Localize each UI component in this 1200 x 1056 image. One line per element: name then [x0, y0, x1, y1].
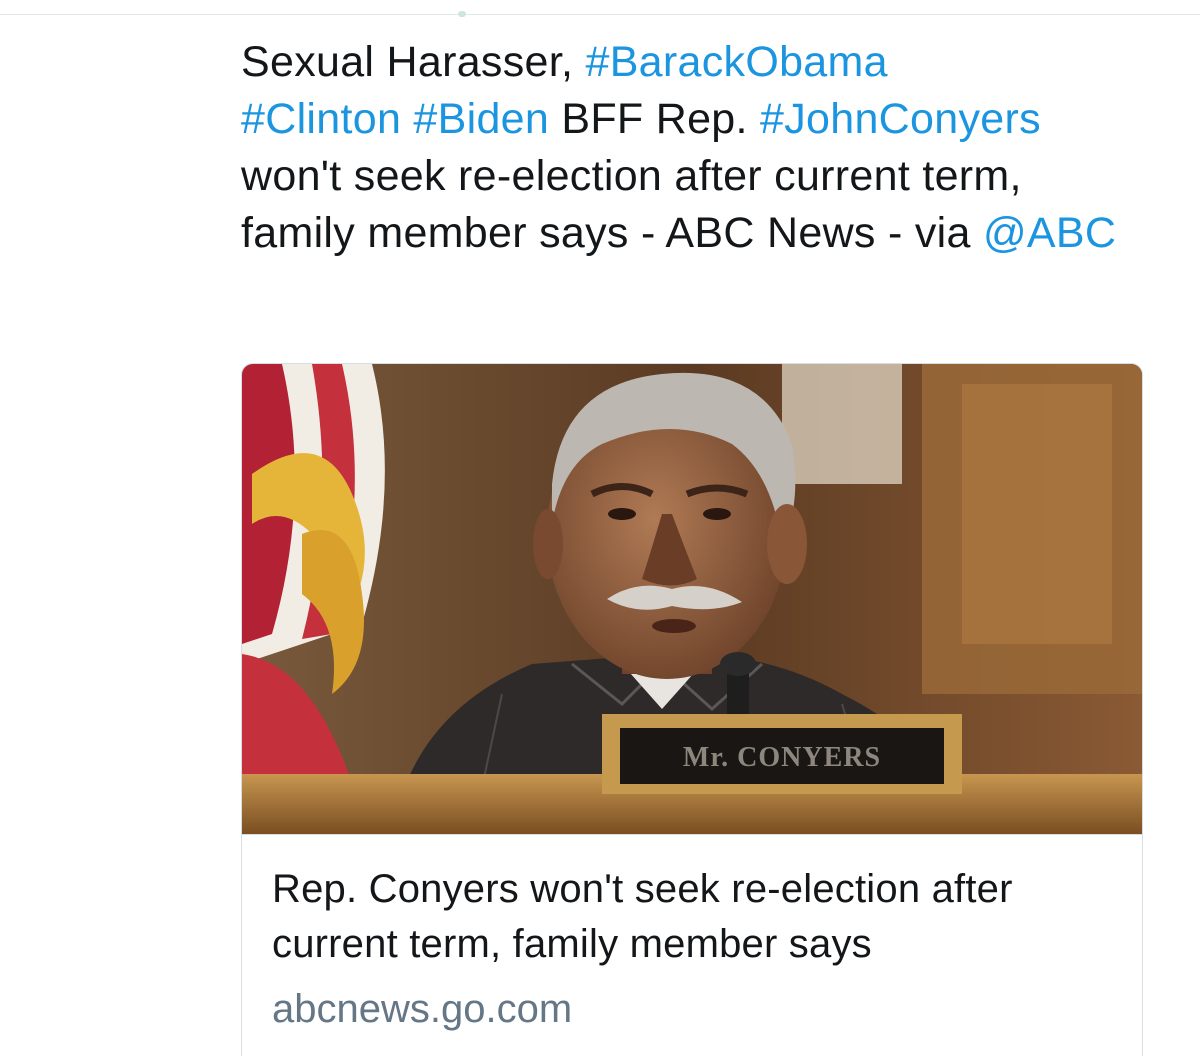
nameplate-text: Mr. CONYERS [683, 742, 881, 773]
card-title[interactable]: Rep. Conyers won't seek re-election afte… [272, 862, 1122, 972]
top-indicator [458, 11, 466, 17]
tweet-text-segment: Sexual Harasser, [241, 38, 586, 86]
link-preview-card[interactable]: Mr. CONYERS Rep. Conyers won't seek re-e… [241, 363, 1143, 1056]
tweet-text: Sexual Harasser, #BarackObama #Clinton #… [241, 34, 1141, 262]
hashtag-biden-link[interactable]: #Biden [413, 95, 549, 143]
hashtag-johnconyers-link[interactable]: #JohnConyers [760, 95, 1041, 143]
tweet-screen: Sexual Harasser, #BarackObama #Clinton #… [0, 0, 1200, 1056]
hashtag-clinton-link[interactable]: #Clinton [241, 95, 401, 143]
tweet-text-segment: BFF Rep. [549, 95, 761, 143]
conyers-photo: Mr. CONYERS [242, 364, 1142, 834]
mention-abc-link[interactable]: @ABC [983, 209, 1116, 257]
tweet-text-segment [401, 95, 413, 143]
tweet-text-segment: won't seek re-election after current ter… [241, 152, 1022, 257]
top-divider [0, 14, 1200, 15]
card-domain[interactable]: abcnews.go.com [272, 984, 572, 1034]
card-image[interactable]: Mr. CONYERS [242, 364, 1142, 835]
hashtag-barackobama-link[interactable]: #BarackObama [585, 38, 887, 86]
